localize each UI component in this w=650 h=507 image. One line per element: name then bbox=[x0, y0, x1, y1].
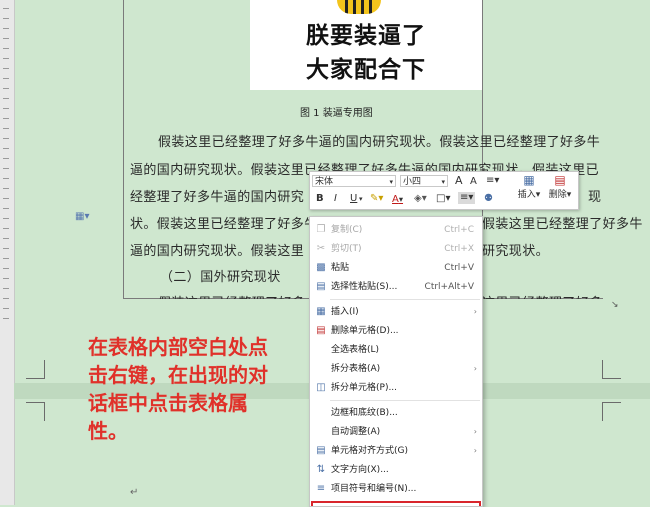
paragraph-mark-icon: ↵ bbox=[130, 487, 139, 498]
text-direction-icon: ⇅ bbox=[316, 464, 326, 475]
underline-button[interactable]: U bbox=[350, 193, 357, 205]
scissors-icon: ✂ bbox=[316, 243, 326, 254]
body-text-fragment: 假装这里已经整理了好多牛 bbox=[482, 217, 643, 232]
grow-font-button[interactable]: A bbox=[455, 175, 463, 187]
body-text-line: 假装这里已经整理了好多牛逼的国内研究现状。假装这里已经整理了好多牛 bbox=[158, 135, 601, 150]
body-text-fragment: 研究现状。 bbox=[482, 244, 550, 259]
figure-caption: 图 1 装逼专用图 bbox=[300, 108, 373, 119]
menu-item-paste[interactable]: ▩ 粘贴 Ctrl+V bbox=[310, 259, 482, 277]
delete-button[interactable]: ▤ 删除▾ bbox=[546, 173, 574, 200]
copy-icon: ❐ bbox=[316, 224, 326, 235]
menu-separator bbox=[330, 299, 480, 300]
submenu-arrow-icon: › bbox=[473, 364, 477, 373]
paragraph-handle-icon[interactable]: ▦▾ bbox=[75, 211, 89, 222]
submenu-arrow-icon: › bbox=[473, 307, 477, 316]
submenu-arrow-icon: › bbox=[473, 427, 477, 436]
page-corner-mark bbox=[602, 402, 621, 421]
paste-special-icon: ▤ bbox=[316, 281, 326, 292]
insert-table-icon: ▦ bbox=[523, 173, 535, 187]
bold-button[interactable]: B bbox=[316, 193, 324, 205]
insert-table-icon: ▦ bbox=[316, 306, 326, 317]
highlight-icon[interactable]: ✎▾ bbox=[370, 193, 383, 205]
split-cell-icon: ◫ bbox=[316, 382, 326, 393]
paste-icon: ▩ bbox=[316, 262, 326, 273]
delete-cell-icon: ▤ bbox=[316, 325, 326, 336]
bullets-icon: ≡ bbox=[316, 483, 326, 494]
meme-image[interactable]: 朕要装逼了 大家配合下 bbox=[250, 0, 482, 90]
menu-item-paste-special[interactable]: ▤ 选择性粘贴(S)... Ctrl+Alt+V bbox=[310, 278, 482, 296]
shading-icon[interactable]: ◈▾ bbox=[414, 193, 427, 205]
eraser-icon[interactable]: ⚉ bbox=[484, 193, 493, 205]
font-name-select[interactable]: 宋体 ▾ bbox=[312, 175, 396, 187]
instruction-annotation: 在表格内部空白处点击右键，在出现的对话框中点击表格属性。 bbox=[88, 335, 268, 443]
mini-toolbar: 宋体 ▾ 小四 ▾ A A ≡▾ B I U ▾ ✎▾ A▾ ◈▾ □▾ ≡▾ ⚉ … bbox=[309, 171, 579, 210]
menu-item-cut[interactable]: ✂ 剪切(T) Ctrl+X bbox=[310, 240, 482, 258]
underline-dropdown-icon[interactable]: ▾ bbox=[359, 193, 363, 205]
menu-item-insert[interactable]: ▦ 插入(I) › bbox=[310, 303, 482, 321]
menu-item-delete-cells[interactable]: ▤ 删除单元格(D)... bbox=[310, 322, 482, 340]
table-resize-handle-icon[interactable]: ↘ bbox=[611, 300, 619, 310]
line-spacing-icon[interactable]: ≡▾ bbox=[486, 175, 499, 187]
section-heading: （二）国外研究现状 bbox=[160, 270, 281, 285]
menu-item-split-cells[interactable]: ◫ 拆分单元格(P)... bbox=[310, 379, 482, 397]
menu-item-bullets-numbering[interactable]: ≡ 项目符号和编号(N)... bbox=[310, 480, 482, 498]
shrink-font-button[interactable]: A bbox=[470, 176, 477, 188]
meme-text-line-2: 大家配合下 bbox=[306, 57, 426, 83]
insert-button[interactable]: ▦ 插入▾ bbox=[516, 173, 542, 200]
font-size-select[interactable]: 小四 ▾ bbox=[400, 175, 448, 187]
meme-emoji-graphic bbox=[337, 0, 381, 14]
submenu-arrow-icon: › bbox=[473, 446, 477, 455]
italic-button[interactable]: I bbox=[334, 193, 337, 205]
page-corner-mark bbox=[26, 402, 45, 421]
table-properties-highlight bbox=[311, 501, 481, 506]
menu-item-text-direction[interactable]: ⇅ 文字方向(X)... bbox=[310, 461, 482, 479]
menu-separator bbox=[330, 400, 480, 401]
menu-item-borders-shading[interactable]: 边框和底纹(B)... bbox=[310, 404, 482, 422]
page-corner-mark bbox=[26, 360, 45, 379]
body-text-line: 假装这里已经整理了好多 bbox=[158, 292, 305, 299]
cell-align-icon: ▤ bbox=[316, 445, 326, 456]
page-corner-mark bbox=[602, 360, 621, 379]
body-text-line: 经整理了好多牛逼的国内研究 bbox=[130, 190, 305, 205]
context-menu: ❐ 复制(C) Ctrl+C ✂ 剪切(T) Ctrl+X ▩ 粘贴 Ctrl+… bbox=[309, 216, 483, 507]
delete-table-icon: ▤ bbox=[554, 173, 566, 187]
body-text-line: 逼的国内研究现状。假装这里 bbox=[130, 244, 305, 259]
body-text-fragment: 这里已经整理了好多 bbox=[482, 292, 603, 299]
left-ruler bbox=[0, 0, 15, 505]
menu-item-autofit[interactable]: 自动调整(A) › bbox=[310, 423, 482, 441]
body-text-fragment: 现 bbox=[588, 190, 602, 205]
menu-item-copy[interactable]: ❐ 复制(C) Ctrl+C bbox=[310, 221, 482, 239]
menu-item-cell-alignment[interactable]: ▤ 单元格对齐方式(G) › bbox=[310, 442, 482, 460]
borders-icon[interactable]: □▾ bbox=[436, 193, 450, 205]
font-color-icon[interactable]: A▾ bbox=[392, 193, 403, 206]
align-icon[interactable]: ≡▾ bbox=[458, 192, 476, 204]
menu-item-select-table[interactable]: 全选表格(L) bbox=[310, 341, 482, 359]
meme-text-line-1: 朕要装逼了 bbox=[306, 23, 426, 49]
menu-item-split-table[interactable]: 拆分表格(A) › bbox=[310, 360, 482, 378]
